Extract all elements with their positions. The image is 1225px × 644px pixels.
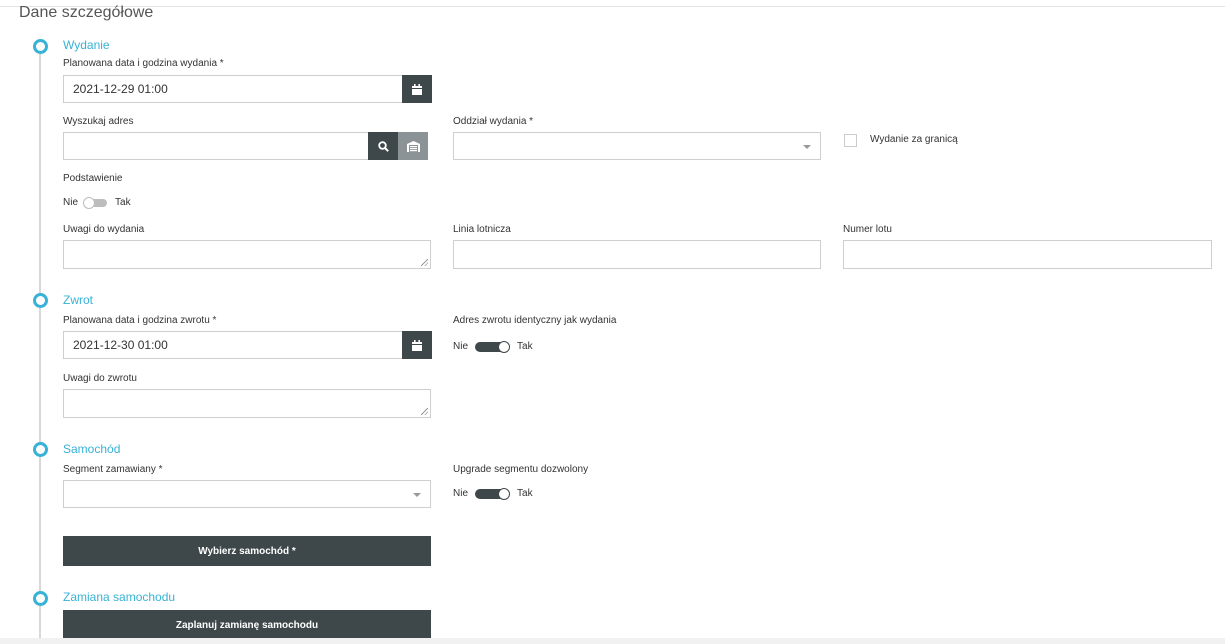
abroad-label: Wydanie za granicą [870,134,958,145]
issue-date-label: Planowana data i godzina wydania * [63,58,224,69]
issue-notes-label: Uwagi do wydania [63,224,145,235]
search-address-button[interactable] [368,132,398,160]
toggle-knob [83,196,96,209]
upgrade-off-label: Nie [453,488,469,499]
page-title: Dane szczegółowe [19,4,154,21]
upgrade-toggle-row: Nie Tak [453,487,533,500]
resize-grip-icon[interactable] [421,408,428,415]
same-address-toggle-row: Nie Tak [453,340,533,353]
choose-car-button[interactable]: Wybierz samochód * [63,536,431,566]
flight-number-input[interactable] [843,240,1212,269]
issue-date-input[interactable]: 2021-12-29 01:00 [63,75,403,103]
section-title-zamiana: Zamiana samochodu [63,590,176,604]
section-title-zwrot: Zwrot [63,293,93,307]
airline-input[interactable] [453,240,821,269]
resize-grip-icon[interactable] [421,259,428,266]
branch-label: Oddział wydania * [453,116,534,127]
top-divider [0,6,1225,7]
section-title-samochod: Samochód [63,442,121,456]
segment-label: Segment zamawiany * [63,464,163,475]
same-address-off-label: Nie [453,341,469,352]
bottom-edge [0,638,1225,644]
section-title-wydanie: Wydanie [63,38,110,52]
return-date-input[interactable]: 2021-12-30 01:00 [63,331,403,359]
return-date-label: Planowana data i godzina zwrotu * [63,315,217,326]
search-address-label: Wyszukaj adres [63,116,134,127]
substitution-off-label: Nie [63,197,79,208]
substitution-toggle-row: Nie Tak [63,196,131,209]
toggle-knob [498,487,511,500]
chevron-down-icon [413,493,421,497]
branch-select[interactable] [453,132,821,160]
chevron-down-icon [803,145,811,149]
calendar-icon [412,339,422,351]
substitution-on-label: Tak [115,197,131,208]
calendar-icon [412,83,422,95]
same-address-toggle[interactable] [475,340,511,353]
search-address-input[interactable] [63,132,369,160]
same-address-on-label: Tak [517,341,533,352]
timeline-node-zwrot [33,293,48,308]
issue-date-calendar-button[interactable] [402,75,432,103]
search-icon [377,140,389,152]
plan-car-swap-button[interactable]: Zaplanuj zamianę samochodu [63,610,431,640]
abroad-checkbox[interactable] [844,134,857,147]
issue-notes-textarea[interactable] [63,240,431,269]
upgrade-toggle[interactable] [475,487,511,500]
timeline-line [39,49,41,644]
same-address-label: Adres zwrotu identyczny jak wydania [453,315,617,326]
substitution-toggle[interactable] [83,196,108,209]
return-date-calendar-button[interactable] [402,331,432,359]
flight-number-label: Numer lotu [843,224,892,235]
garage-icon [406,140,420,152]
upgrade-on-label: Tak [517,488,533,499]
upgrade-label: Upgrade segmentu dozwolony [453,464,589,475]
airline-label: Linia lotnicza [453,224,511,235]
timeline-node-zamiana [33,591,48,606]
timeline-node-wydanie [33,39,48,54]
return-notes-label: Uwagi do zwrotu [63,373,137,384]
garage-address-button[interactable] [398,132,428,160]
toggle-knob [498,340,511,353]
return-notes-textarea[interactable] [63,389,431,418]
timeline-node-samochod [33,442,48,457]
segment-select[interactable] [63,480,431,508]
substitution-label: Podstawienie [63,173,123,184]
